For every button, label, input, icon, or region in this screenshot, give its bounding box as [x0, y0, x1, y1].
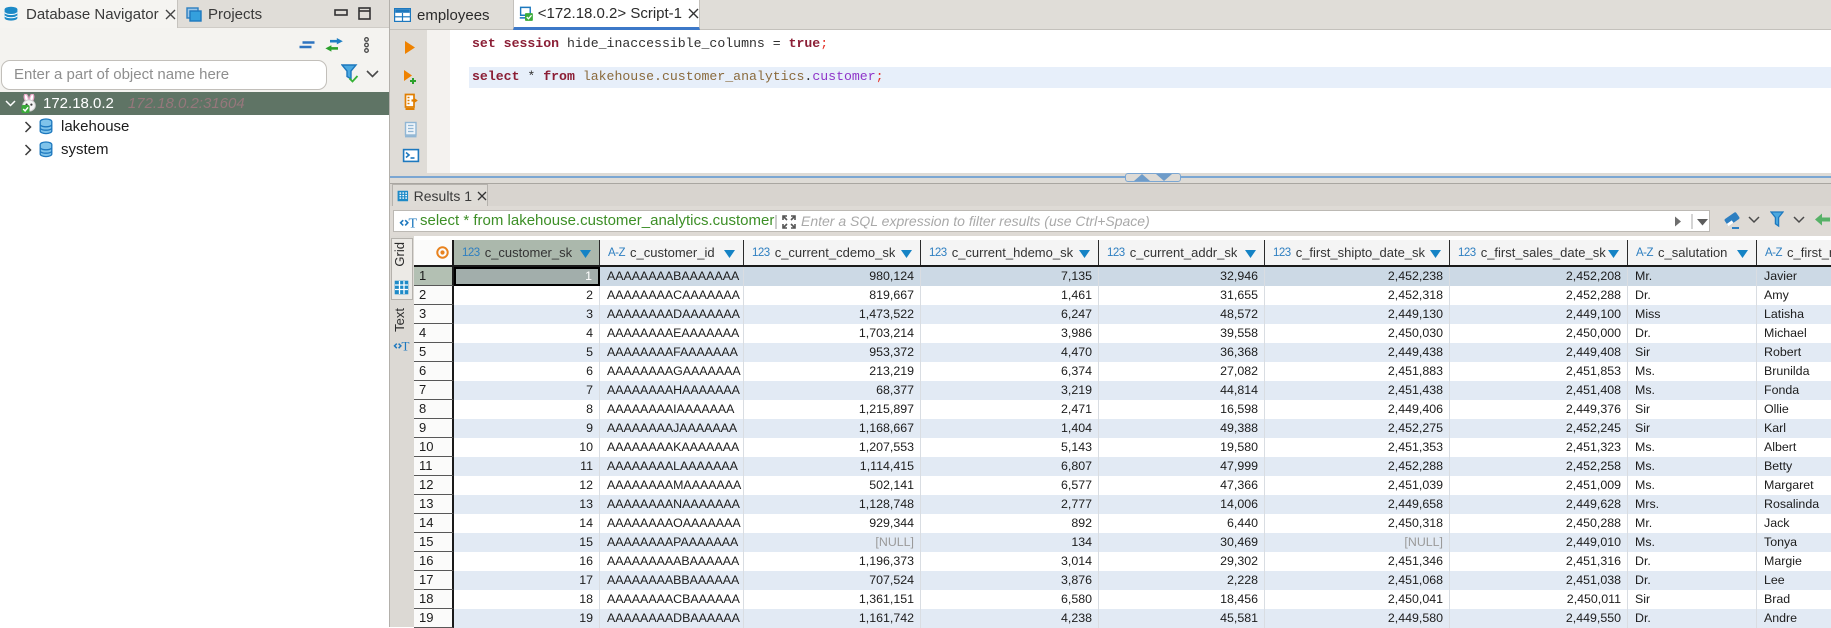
svg-text:T: T: [409, 217, 418, 231]
svg-text:T: T: [402, 339, 410, 354]
